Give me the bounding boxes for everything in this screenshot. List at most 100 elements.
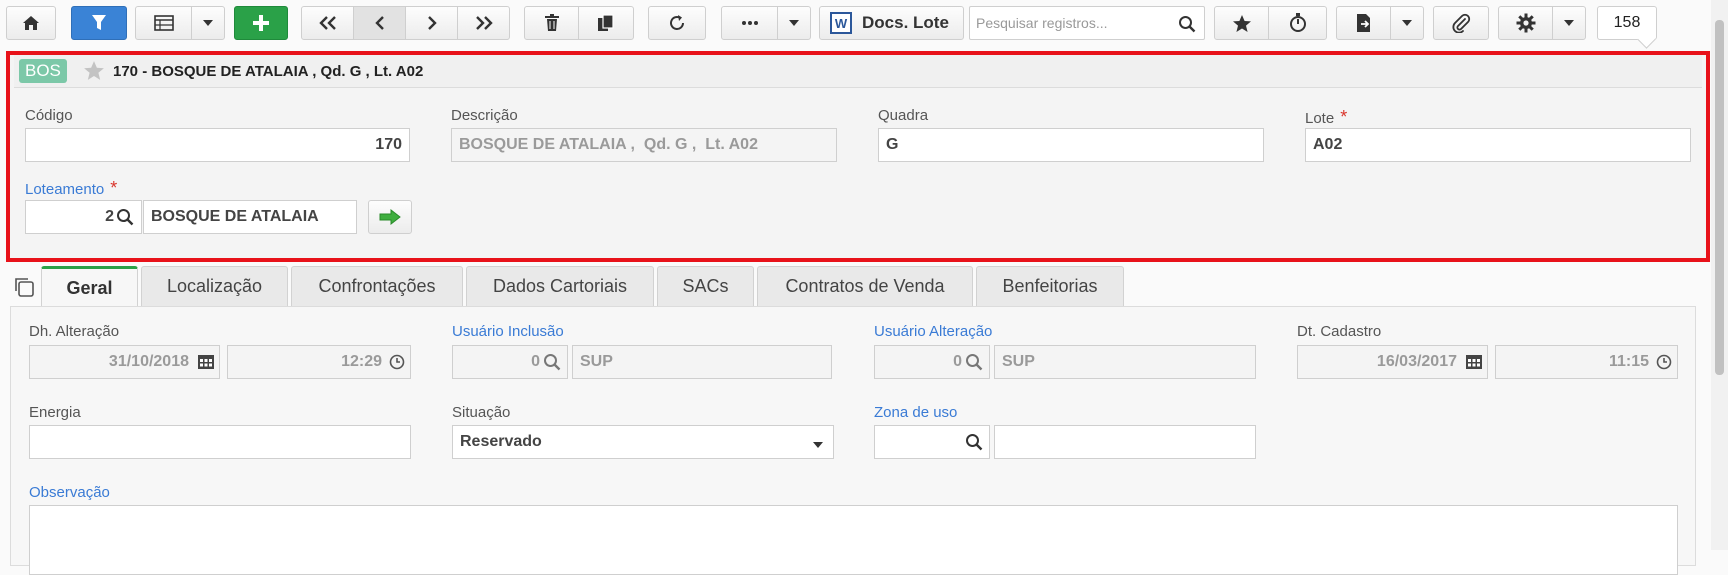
docs-lote-label: Docs. Lote — [862, 13, 949, 32]
dh-alteracao-date-field: 31/10/2018 — [29, 345, 220, 379]
record-title-bar: BOS 170 - BOSQUE DE ATALAIA , Qd. G , Lt… — [14, 55, 1702, 88]
export-dropdown[interactable] — [1390, 6, 1424, 40]
add-record-button[interactable] — [234, 6, 288, 40]
page-scrollbar[interactable] — [1711, 0, 1728, 550]
search-icon[interactable] — [543, 353, 561, 371]
record-count-badge: 158 — [1597, 6, 1657, 40]
record-title: 170 - BOSQUE DE ATALAIA , Qd. G , Lt. A0… — [113, 63, 424, 80]
codigo-value: 170 — [375, 136, 402, 153]
star-icon[interactable] — [83, 60, 105, 81]
search-icon[interactable] — [965, 433, 983, 451]
search-box[interactable] — [969, 6, 1205, 40]
zona-de-uso-name-field[interactable] — [994, 425, 1256, 459]
duplicate-button[interactable] — [578, 6, 634, 40]
tab-dados-cartoriais[interactable]: Dados Cartoriais — [466, 266, 654, 306]
export-button[interactable] — [1336, 6, 1391, 40]
first-icon — [318, 16, 336, 30]
more-actions-dropdown[interactable] — [777, 6, 811, 40]
usuario-inclusao-code: 0 — [531, 353, 540, 370]
table-icon — [153, 15, 174, 31]
tab-benfeitorias[interactable]: Benfeitorias — [976, 266, 1124, 306]
quadra-field[interactable]: G — [878, 128, 1264, 162]
tab-confrontacoes[interactable]: Confrontações — [291, 266, 463, 306]
usuario-inclusao-name: SUP — [580, 353, 613, 370]
usuario-inclusao-label[interactable]: Usuário Inclusão — [452, 323, 564, 340]
tab-sacs[interactable]: SACs — [657, 266, 754, 306]
next-icon — [427, 16, 437, 30]
tab-contratos-de-venda[interactable]: Contratos de Venda — [757, 266, 973, 306]
attachment-button[interactable] — [1433, 6, 1489, 40]
search-icon[interactable] — [1178, 15, 1196, 33]
required-mark: * — [110, 178, 118, 198]
quadra-value: G — [886, 136, 899, 153]
delete-button[interactable] — [524, 6, 579, 40]
loteamento-label-text[interactable]: Loteamento — [25, 181, 104, 198]
tab-label: Confrontações — [318, 276, 436, 296]
word-icon: W — [830, 12, 852, 34]
descricao-label: Descrição — [451, 107, 518, 124]
timer-button[interactable] — [1268, 6, 1327, 40]
filter-button[interactable] — [71, 6, 127, 40]
lote-field[interactable]: A02 — [1305, 128, 1691, 162]
energia-label: Energia — [29, 404, 81, 421]
search-icon[interactable] — [965, 353, 983, 371]
star-icon — [1232, 14, 1251, 32]
tab-label: Localização — [166, 276, 263, 296]
last-record-button[interactable] — [457, 6, 510, 40]
chevron-down-icon — [813, 442, 823, 448]
refresh-button[interactable] — [648, 6, 706, 40]
table-view-button[interactable] — [135, 6, 192, 40]
settings-button[interactable] — [1498, 6, 1553, 40]
first-record-button[interactable] — [301, 6, 354, 40]
loteamento-label[interactable]: Loteamento * — [25, 178, 117, 199]
required-mark: * — [1340, 107, 1348, 127]
tab-label: SACs — [682, 276, 729, 296]
tab-localizacao[interactable]: Localização — [141, 266, 288, 306]
table-view-dropdown[interactable] — [191, 6, 225, 40]
gear-icon — [1516, 13, 1535, 33]
last-icon — [475, 16, 493, 30]
clock-icon — [389, 354, 405, 370]
energia-field[interactable] — [29, 425, 411, 459]
tab-label: Contratos de Venda — [785, 276, 945, 296]
svg-text:W: W — [835, 16, 848, 31]
previous-record-button[interactable] — [353, 6, 406, 40]
home-button[interactable] — [6, 6, 56, 40]
settings-dropdown[interactable] — [1552, 6, 1586, 40]
go-to-loteamento-button[interactable] — [368, 200, 412, 234]
docs-lote-button[interactable]: W Docs. Lote — [819, 6, 964, 40]
scrollbar-thumb[interactable] — [1715, 20, 1724, 375]
dt-cadastro-date-field: 16/03/2017 — [1297, 345, 1488, 379]
tab-content-geral: Dh. Alteração 31/10/2018 12:29 Usuário I… — [10, 306, 1696, 575]
chevron-down-icon — [1402, 20, 1412, 26]
codigo-label: Código — [25, 107, 73, 124]
tab-geral[interactable]: Geral — [41, 266, 138, 307]
more-actions-button[interactable] — [721, 6, 778, 40]
descricao-field: BOSQUE DE ATALAIA , Qd. G , Lt. A02 — [451, 128, 837, 162]
record-header-panel: BOS 170 - BOSQUE DE ATALAIA , Qd. G , Lt… — [6, 51, 1710, 262]
quadra-label: Quadra — [878, 107, 929, 124]
codigo-field[interactable]: 170 — [25, 128, 410, 162]
dh-alteracao-time: 12:29 — [341, 353, 382, 370]
copy-icon — [598, 14, 614, 31]
dt-cadastro-date: 16/03/2017 — [1376, 353, 1457, 370]
dh-alteracao-date: 31/10/2018 — [108, 353, 189, 370]
copy-icon[interactable] — [13, 276, 35, 298]
observacao-label[interactable]: Observação — [29, 484, 110, 501]
attach-icon — [1452, 13, 1471, 33]
usuario-alteracao-name-field: SUP — [994, 345, 1256, 379]
observacao-textarea[interactable] — [29, 505, 1678, 575]
situacao-select[interactable]: Reservado — [452, 425, 834, 459]
arrow-right-icon — [379, 209, 401, 225]
next-record-button[interactable] — [405, 6, 458, 40]
dh-alteracao-label: Dh. Alteração — [29, 323, 120, 340]
search-input[interactable] — [970, 7, 1170, 39]
zona-de-uso-label[interactable]: Zona de uso — [874, 404, 957, 421]
favorite-button[interactable] — [1214, 6, 1269, 40]
tab-label: Benfeitorias — [1002, 276, 1098, 296]
search-icon[interactable] — [116, 208, 134, 226]
usuario-alteracao-name: SUP — [1002, 353, 1035, 370]
usuario-alteracao-label[interactable]: Usuário Alteração — [874, 323, 992, 340]
clock-icon — [1656, 354, 1672, 370]
dt-cadastro-time-field: 11:15 — [1495, 345, 1678, 379]
